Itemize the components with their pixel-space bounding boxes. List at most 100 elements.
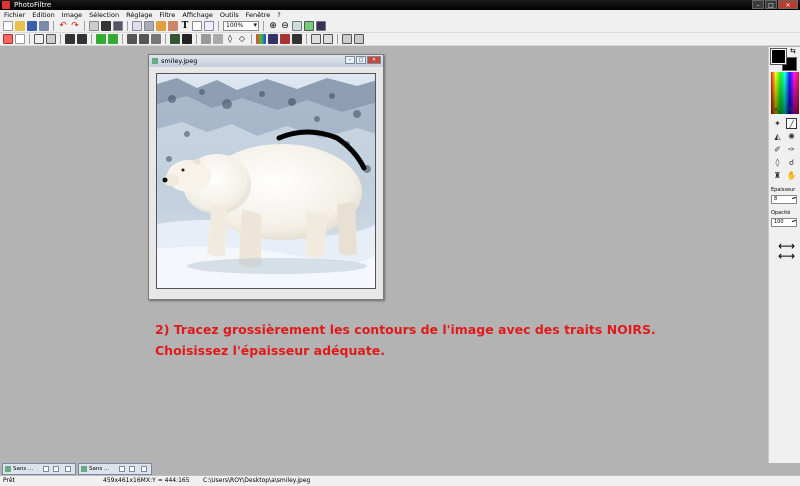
zoom-out-icon[interactable]: ⊖ [280, 21, 290, 31]
saturation-down-icon[interactable] [108, 34, 118, 44]
advanced-brush-icon[interactable]: ✑ [786, 144, 797, 155]
menu-edition[interactable]: Edition [32, 10, 55, 20]
minimized-document-tab[interactable]: Sans ... [2, 463, 76, 475]
swap-colors-icon[interactable]: ⇆ [790, 48, 796, 55]
menu-filtre[interactable]: Filtre [159, 10, 175, 20]
line-tool-icon[interactable]: ╱ [786, 118, 797, 129]
menu-reglage[interactable]: Réglage [126, 10, 152, 20]
filter-icon[interactable] [268, 34, 278, 44]
grayscale-icon[interactable] [170, 34, 180, 44]
gamma-down-icon[interactable] [139, 34, 149, 44]
fullscreen-icon[interactable] [316, 21, 326, 31]
selection-icon[interactable] [89, 21, 99, 31]
stamp-icon[interactable] [168, 21, 178, 31]
new-file-icon[interactable] [3, 21, 13, 31]
text-tool-icon[interactable]: T [180, 21, 190, 31]
menu-fichier[interactable]: Fichier [4, 10, 25, 20]
toolbar-separator [127, 21, 128, 31]
gamma-up-icon[interactable] [127, 34, 137, 44]
clone-stamp-icon[interactable]: ♜ [772, 170, 783, 181]
thickness-field[interactable]: 8 [771, 195, 797, 204]
menu-outils[interactable]: Outils [220, 10, 239, 20]
close-button[interactable]: ✕ [778, 0, 798, 9]
black-square-icon[interactable] [101, 21, 111, 31]
tab-maximize-icon[interactable] [129, 466, 135, 472]
document-minimize-button[interactable]: – [345, 56, 355, 64]
frame-icon[interactable] [113, 21, 123, 31]
copy-icon[interactable] [132, 21, 142, 31]
rotate-right-icon[interactable] [354, 34, 364, 44]
select-arrow-icon[interactable]: ↖ [772, 105, 783, 116]
app-titlebar: PhotoFiltre – □ ✕ [0, 0, 800, 10]
tab-restore-icon[interactable] [43, 466, 49, 472]
tab-close-icon[interactable] [141, 466, 147, 472]
drop-icon[interactable]: ◊ [225, 34, 235, 44]
workspace[interactable] [0, 47, 768, 463]
undo-icon[interactable]: ↶ [58, 21, 68, 31]
document-icon [5, 466, 11, 472]
instruction-line-2: Choisissez l'épaisseur adéquate. [155, 343, 386, 358]
fit-window-icon[interactable] [292, 21, 302, 31]
document-titlebar[interactable]: smiley.jpeg – □ ✕ [149, 55, 383, 67]
save-icon[interactable] [27, 21, 37, 31]
color-balance-icon[interactable] [256, 34, 266, 44]
document-close-button[interactable]: ✕ [367, 56, 381, 64]
minimized-document-tab[interactable]: Sans ... [78, 463, 152, 475]
menu-help[interactable]: ? [277, 10, 280, 20]
window-icon[interactable] [204, 21, 214, 31]
brightness-icon[interactable] [34, 34, 44, 44]
menu-image[interactable]: Image [62, 10, 82, 20]
redo-icon[interactable]: ↷ [70, 21, 80, 31]
lighten-icon[interactable] [77, 34, 87, 44]
fill-bucket-icon[interactable]: ◭ [772, 131, 783, 142]
rotate-left-icon[interactable] [342, 34, 352, 44]
menu-selection[interactable]: Sélection [89, 10, 119, 20]
flip-horizontal-icon[interactable] [311, 34, 321, 44]
darken-icon[interactable] [65, 34, 75, 44]
tab-maximize-icon[interactable] [53, 466, 59, 472]
levels-icon[interactable] [151, 34, 161, 44]
hand-icon[interactable] [156, 21, 166, 31]
spray-icon[interactable]: ✺ [786, 131, 797, 142]
toolbar-separator [196, 34, 197, 44]
toolbar-separator [91, 34, 92, 44]
texture-icon[interactable] [292, 34, 302, 44]
image-canvas[interactable] [156, 73, 376, 289]
effect-icon[interactable] [280, 34, 290, 44]
resize-icon[interactable] [15, 34, 25, 44]
minimize-button[interactable]: – [752, 0, 764, 9]
eyedropper-icon[interactable]: ✎ [786, 105, 797, 116]
negative-icon[interactable] [182, 34, 192, 44]
sepia-icon[interactable] [201, 34, 211, 44]
zoom-in-icon[interactable]: ⊕ [268, 21, 278, 31]
open-folder-icon[interactable] [15, 21, 25, 31]
image-icon[interactable] [192, 21, 202, 31]
foreground-color-swatch[interactable] [770, 48, 787, 65]
opacity-field[interactable]: 100 [771, 218, 797, 227]
tab-close-icon[interactable] [65, 466, 71, 472]
line-style-arrow-icon-2[interactable]: ⟷ [778, 250, 795, 262]
flip-vertical-icon[interactable] [323, 34, 333, 44]
menu-fenetre[interactable]: Fenêtre [246, 10, 271, 20]
tab-restore-icon[interactable] [119, 466, 125, 472]
blur-drop-icon[interactable]: ◊ [772, 157, 783, 168]
maximize-button[interactable]: □ [765, 0, 777, 9]
print-icon[interactable] [39, 21, 49, 31]
document-window[interactable]: smiley.jpeg – □ ✕ [148, 54, 384, 300]
magic-wand-icon[interactable]: ✦ [772, 118, 783, 129]
document-maximize-button[interactable]: □ [356, 56, 366, 64]
saturation-up-icon[interactable] [96, 34, 106, 44]
menu-affichage[interactable]: Affichage [182, 10, 213, 20]
contrast-icon[interactable] [46, 34, 56, 44]
scroll-hand-icon[interactable]: ✋ [786, 170, 797, 181]
crop-icon[interactable] [3, 34, 13, 44]
tool-panel: ⇆ ↖ ✎ ✦ ╱ ◭ ✺ ✐ ✑ ◊ ☌ ♜ ✋ Epaisseur 8 Op… [768, 47, 800, 463]
smudge-icon[interactable]: ☌ [786, 157, 797, 168]
sharpen-icon[interactable]: ◇ [237, 34, 247, 44]
blur-icon[interactable] [213, 34, 223, 44]
brush-icon[interactable]: ✐ [772, 144, 783, 155]
zoom-select[interactable]: 100% [223, 21, 259, 31]
paste-icon[interactable] [144, 21, 154, 31]
document-title: smiley.jpeg [161, 57, 198, 65]
actual-size-icon[interactable] [304, 21, 314, 31]
